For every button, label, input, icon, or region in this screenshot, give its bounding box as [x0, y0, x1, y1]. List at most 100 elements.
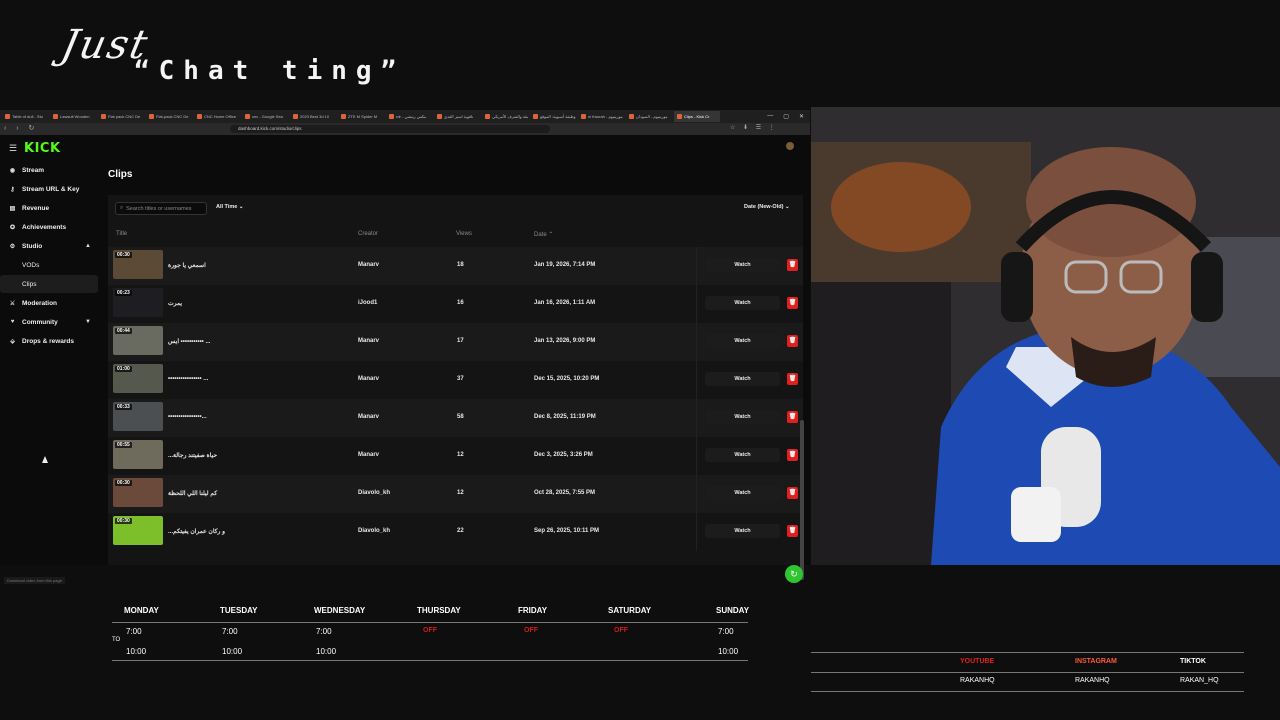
close-icon[interactable]: ✕ [799, 113, 804, 120]
clip-creator[interactable]: Manarv [358, 414, 379, 420]
browser-tab[interactable]: Table of dull - Stu [2, 111, 48, 122]
minimize-icon[interactable]: — [767, 113, 773, 120]
watch-button[interactable]: Watch [705, 296, 780, 310]
clip-thumbnail[interactable]: 00:23 [113, 288, 163, 317]
schedule-start-time: OFF [524, 627, 538, 634]
table-row[interactable]: 00:55 ...حياة صفيتند رجالة Manarv 12 Dec 3, … [108, 437, 803, 475]
table-row[interactable]: 00:30 كم ليلنا اللي اللحظة Diavolo_kh 12 Oct… [108, 475, 803, 513]
sidebar-item-revenue[interactable]: ▤ Revenue [0, 199, 98, 217]
sidebar-item-drops-rewards[interactable]: ⬙ Drops & rewards [0, 332, 98, 350]
sidebar-item-achievements[interactable]: ✪ Achievements [0, 218, 98, 236]
watch-button[interactable]: Watch [705, 258, 780, 272]
clip-title[interactable]: ...و ركان عمران يفيتكم [168, 528, 225, 535]
browser-tab[interactable]: موريتيوم - السودان [626, 111, 672, 122]
schedule-start-time: 7:00 [126, 627, 142, 636]
url-field[interactable]: dashboard.kick.com/studio/clips [230, 125, 550, 133]
sort-dropdown[interactable]: Date (New-Old) ⌄ [744, 204, 790, 210]
clip-thumbnail[interactable]: 00:44 [113, 326, 163, 355]
delete-button[interactable]: 🗑 [787, 297, 798, 309]
sidebar-item-moderation[interactable]: ⚔ Moderation [0, 294, 98, 312]
clip-duration: 00:30 [115, 518, 132, 524]
watch-button[interactable]: Watch [705, 410, 780, 424]
streamer-image [811, 107, 1280, 565]
browser-tab[interactable]: وظيفة أسيوية: الموقع [530, 111, 576, 122]
watch-button[interactable]: Watch [705, 486, 780, 500]
browser-tab[interactable]: ni fraurah - موريتيوم [578, 111, 624, 122]
clip-thumbnail[interactable]: 00:30 [113, 516, 163, 545]
sidebar-item-clips[interactable]: Clips [0, 275, 98, 293]
column-header-creator[interactable]: Creator [358, 231, 378, 237]
table-row[interactable]: 01:00 •••••••••••••••• ... Manarv 37 Dec 15,… [108, 361, 803, 399]
delete-button[interactable]: 🗑 [787, 487, 798, 499]
column-header-title[interactable]: Title [116, 231, 127, 237]
hamburger-menu-icon[interactable]: ☰ [9, 143, 17, 154]
toolbar-icons[interactable]: ☆ ⬇ ☰ ⋮ [730, 124, 778, 131]
clip-creator[interactable]: Manarv [358, 262, 379, 268]
search-input[interactable]: ⌕ Search titles or usernames [115, 202, 207, 215]
maximize-icon[interactable]: ▢ [783, 113, 789, 120]
clip-views: 12 [457, 490, 464, 496]
sidebar-item-stream[interactable]: ◉ Stream [0, 161, 98, 179]
delete-button[interactable]: 🗑 [787, 335, 798, 347]
clip-thumbnail[interactable]: 00:55 [113, 440, 163, 469]
clip-creator[interactable]: Manarv [358, 338, 379, 344]
watch-button[interactable]: Watch [705, 372, 780, 386]
delete-button[interactable]: 🗑 [787, 373, 798, 385]
column-header-views[interactable]: Views [456, 231, 472, 237]
clip-thumbnail[interactable]: 01:00 [113, 364, 163, 393]
clip-title[interactable]: اسمعي يا جورة [168, 262, 206, 269]
clip-title[interactable]: ...حياة صفيتند رجالة [168, 452, 217, 459]
table-row[interactable]: 00:44 ايس ••••••••••• ... Manarv 17 Jan 13, … [108, 323, 803, 361]
sidebar-item-stream-url-key[interactable]: ⚷ Stream URL & Key [0, 180, 98, 198]
delete-button[interactable]: 🗑 [787, 411, 798, 423]
watch-button[interactable]: Watch [705, 524, 780, 538]
table-row[interactable]: 00:33 ••••••••••••••••... Manarv 58 Dec 8, 2… [108, 399, 803, 437]
time-filter-dropdown[interactable]: All Time ⌄ [216, 204, 243, 210]
browser-tab[interactable]: Clips - Kick Cr [674, 111, 720, 122]
delete-button[interactable]: 🗑 [787, 449, 798, 461]
browser-tab[interactable]: 2023 Best 3d 10 [290, 111, 336, 122]
delete-button[interactable]: 🗑 [787, 525, 798, 537]
watch-button[interactable]: Watch [705, 448, 780, 462]
window-controls[interactable]: — ▢ ✕ [767, 113, 810, 120]
sidebar-item-community[interactable]: ♥ Community ▼ [0, 313, 98, 331]
browser-tab[interactable]: Flat pack CNC De [98, 111, 144, 122]
clip-thumbnail[interactable]: 00:33 [113, 402, 163, 431]
clip-title[interactable]: كم ليلنا اللي اللحظة [168, 490, 217, 497]
clip-title[interactable]: ايس ••••••••••• ... [168, 338, 210, 345]
browser-tab[interactable]: cnc - Google Sea [242, 111, 288, 122]
column-header-date[interactable]: Date ⌃ [534, 231, 553, 238]
table-row[interactable]: 00:30 اسمعي يا جورة Manarv 18 Jan 19, 2026, … [108, 247, 803, 285]
browser-tab[interactable]: Flat-pack CNC De [146, 111, 192, 122]
browser-tab[interactable]: ZTE M Spider M [338, 111, 384, 122]
clip-title[interactable]: •••••••••••••••• ... [168, 376, 208, 382]
clip-creator[interactable]: Diavolo_kh [358, 490, 390, 496]
delete-button[interactable]: 🗑 [787, 259, 798, 271]
browser-tab[interactable]: الأسابقة والشرف الأمريكي [482, 111, 528, 122]
clip-creator[interactable]: Diavolo_kh [358, 528, 390, 534]
nav-buttons[interactable]: ‹ › ↻ [4, 124, 38, 132]
table-row[interactable]: 00:23 يمرت iJood1 16 Jan 16, 2026, 1:11 AM Wa… [108, 285, 803, 323]
sidebar-item-vods[interactable]: VODs [0, 256, 98, 274]
sidebar-item-studio[interactable]: ⚙ Studio ▲ [0, 237, 98, 255]
browser-tab[interactable]: Lawsuit Wooden [50, 111, 96, 122]
table-row[interactable]: 00:30 ...و ركان عمران يفيتكم Diavolo_kh 22 S… [108, 513, 803, 551]
refresh-button[interactable]: ↻ [785, 565, 803, 583]
avatar[interactable] [786, 142, 794, 150]
clip-thumbnail[interactable]: 00:30 [113, 250, 163, 279]
clip-thumbnail[interactable]: 00:30 [113, 478, 163, 507]
tab-bar: Table of dull - Stu Lawsuit Wooden Flat pa… [0, 110, 810, 123]
clip-duration: 01:00 [115, 366, 132, 372]
browser-tab[interactable]: CNC Home Office [194, 111, 240, 122]
clip-creator[interactable]: Manarv [358, 376, 379, 382]
clip-title[interactable]: ••••••••••••••••... [168, 414, 207, 420]
clip-date: Dec 3, 2025, 3:26 PM [534, 452, 593, 458]
browser-tab[interactable]: ناقوية اسيز القدي [434, 111, 480, 122]
clip-title[interactable]: يمرت [168, 300, 182, 307]
clip-creator[interactable]: iJood1 [358, 300, 377, 306]
browser-tab[interactable]: rdr - مكس ريتشي [386, 111, 432, 122]
watch-button[interactable]: Watch [705, 334, 780, 348]
kick-logo[interactable]: KICK [24, 141, 61, 156]
scrollbar[interactable] [800, 420, 804, 580]
clip-creator[interactable]: Manarv [358, 452, 379, 458]
